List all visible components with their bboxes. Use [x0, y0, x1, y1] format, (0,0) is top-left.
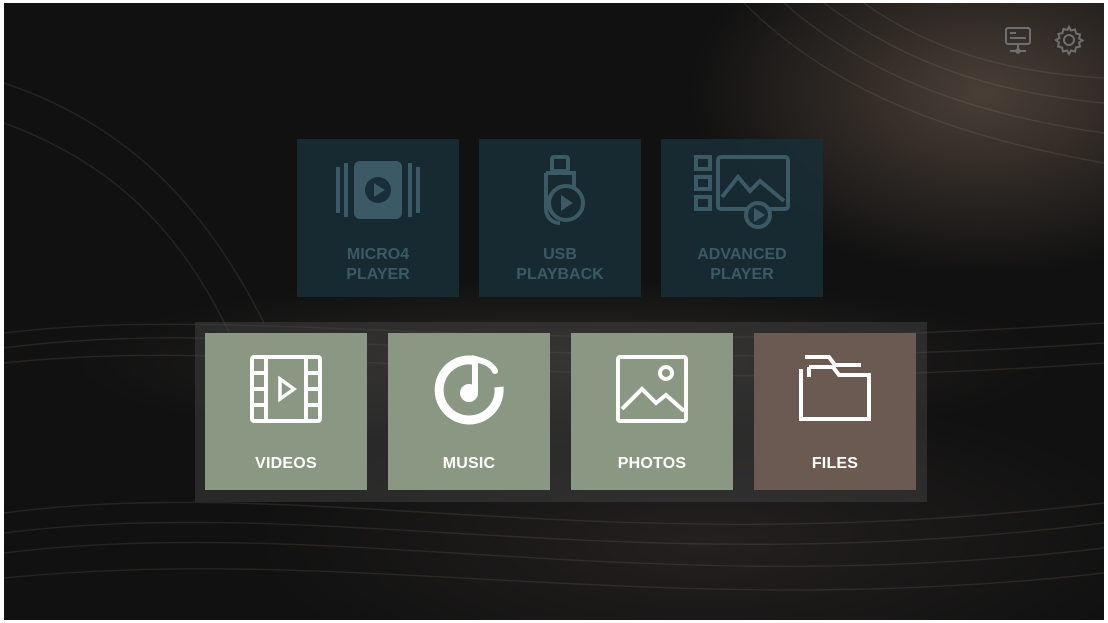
tile-videos[interactable]: VIDEOS	[205, 333, 367, 490]
network-media-icon	[1005, 27, 1031, 54]
tile-music[interactable]: MUSIC	[388, 333, 550, 490]
tile-files[interactable]: FILES	[754, 333, 916, 490]
tile-label: MICRO4 PLAYER	[346, 246, 410, 283]
film-icon	[250, 355, 322, 423]
usb-play-icon	[544, 155, 585, 225]
tile-photos[interactable]: PHOTOS	[571, 333, 733, 490]
folder-icon	[799, 355, 871, 421]
video-player-icon	[336, 161, 420, 219]
tile-label: FILES	[811, 455, 859, 472]
settings-button[interactable]	[1052, 23, 1086, 57]
gear-icon	[1054, 24, 1085, 56]
tile-micro4-player[interactable]: MICRO4 PLAYER	[297, 139, 459, 297]
tile-label: USB PLAYBACK	[516, 246, 604, 283]
tile-label: MUSIC	[442, 455, 496, 472]
tile-advanced-player[interactable]: ADVANCED PLAYER	[661, 139, 823, 297]
music-note-icon	[434, 355, 504, 425]
network-media-button[interactable]	[1001, 23, 1035, 57]
image-icon	[616, 355, 688, 423]
advanced-player-icon	[694, 155, 790, 229]
tile-label: VIDEOS	[255, 455, 317, 472]
home-screen: MICRO4 PLAYER USB PLAYBACK ADVANCED PLAY…	[4, 3, 1104, 620]
background-waves	[4, 3, 1104, 591]
tile-usb-playback[interactable]: USB PLAYBACK	[479, 139, 641, 297]
tile-label: PHOTOS	[617, 455, 687, 472]
tile-label: ADVANCED PLAYER	[697, 246, 787, 283]
